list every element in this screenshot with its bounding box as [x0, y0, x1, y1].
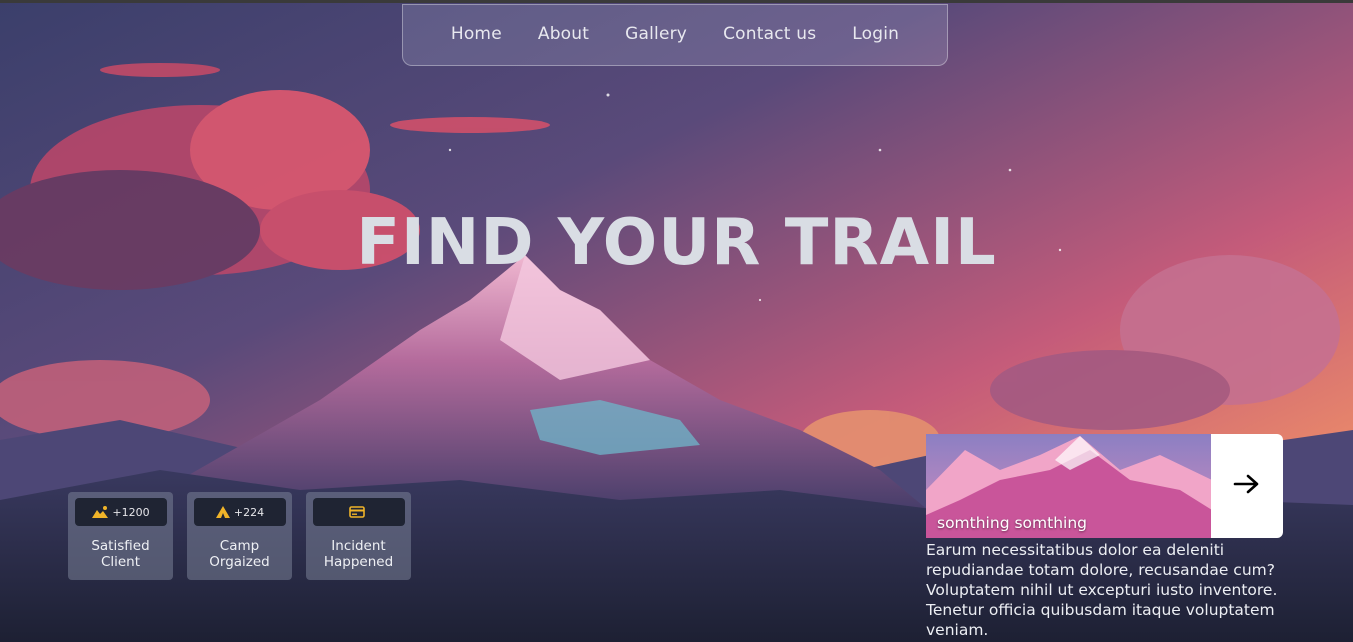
stat-pill — [312, 498, 405, 526]
nav-gallery[interactable]: Gallery — [625, 24, 687, 44]
stat-label: Incident Happened — [323, 538, 394, 570]
arrow-right-icon — [1233, 473, 1261, 499]
stat-satisfied-client: +1200 Satisfied Client — [68, 492, 173, 580]
top-border — [0, 0, 1353, 3]
stat-pill: +224 — [193, 498, 286, 526]
nav-about[interactable]: About — [538, 24, 589, 44]
nav-contact-us[interactable]: Contact us — [723, 24, 816, 44]
stat-camp-organized: +224 Camp Orgaized — [187, 492, 292, 580]
nav-login[interactable]: Login — [852, 24, 899, 44]
nav-home[interactable]: Home — [451, 24, 502, 44]
card-body-text: Earum necessitatibus dolor ea deleniti r… — [926, 541, 1278, 639]
tent-icon — [215, 505, 231, 519]
stat-incident-happened: Incident Happened — [306, 492, 411, 580]
card-icon — [349, 506, 365, 518]
stat-count: +1200 — [112, 505, 150, 519]
hero-title: FIND YOUR TRAIL — [356, 206, 997, 280]
stat-pill: +1200 — [74, 498, 167, 526]
stat-count: +224 — [233, 505, 265, 519]
main-nav: Home About Gallery Contact us Login — [402, 4, 948, 66]
stat-label: Camp Orgaized — [209, 538, 270, 570]
mountain-icon — [91, 505, 109, 519]
stats-row: +1200 Satisfied Client +224 Camp Orgaize… — [68, 492, 411, 580]
card-caption: somthing somthing — [937, 514, 1087, 532]
next-button[interactable] — [1211, 434, 1283, 538]
stat-label: Satisfied Client — [91, 538, 150, 570]
